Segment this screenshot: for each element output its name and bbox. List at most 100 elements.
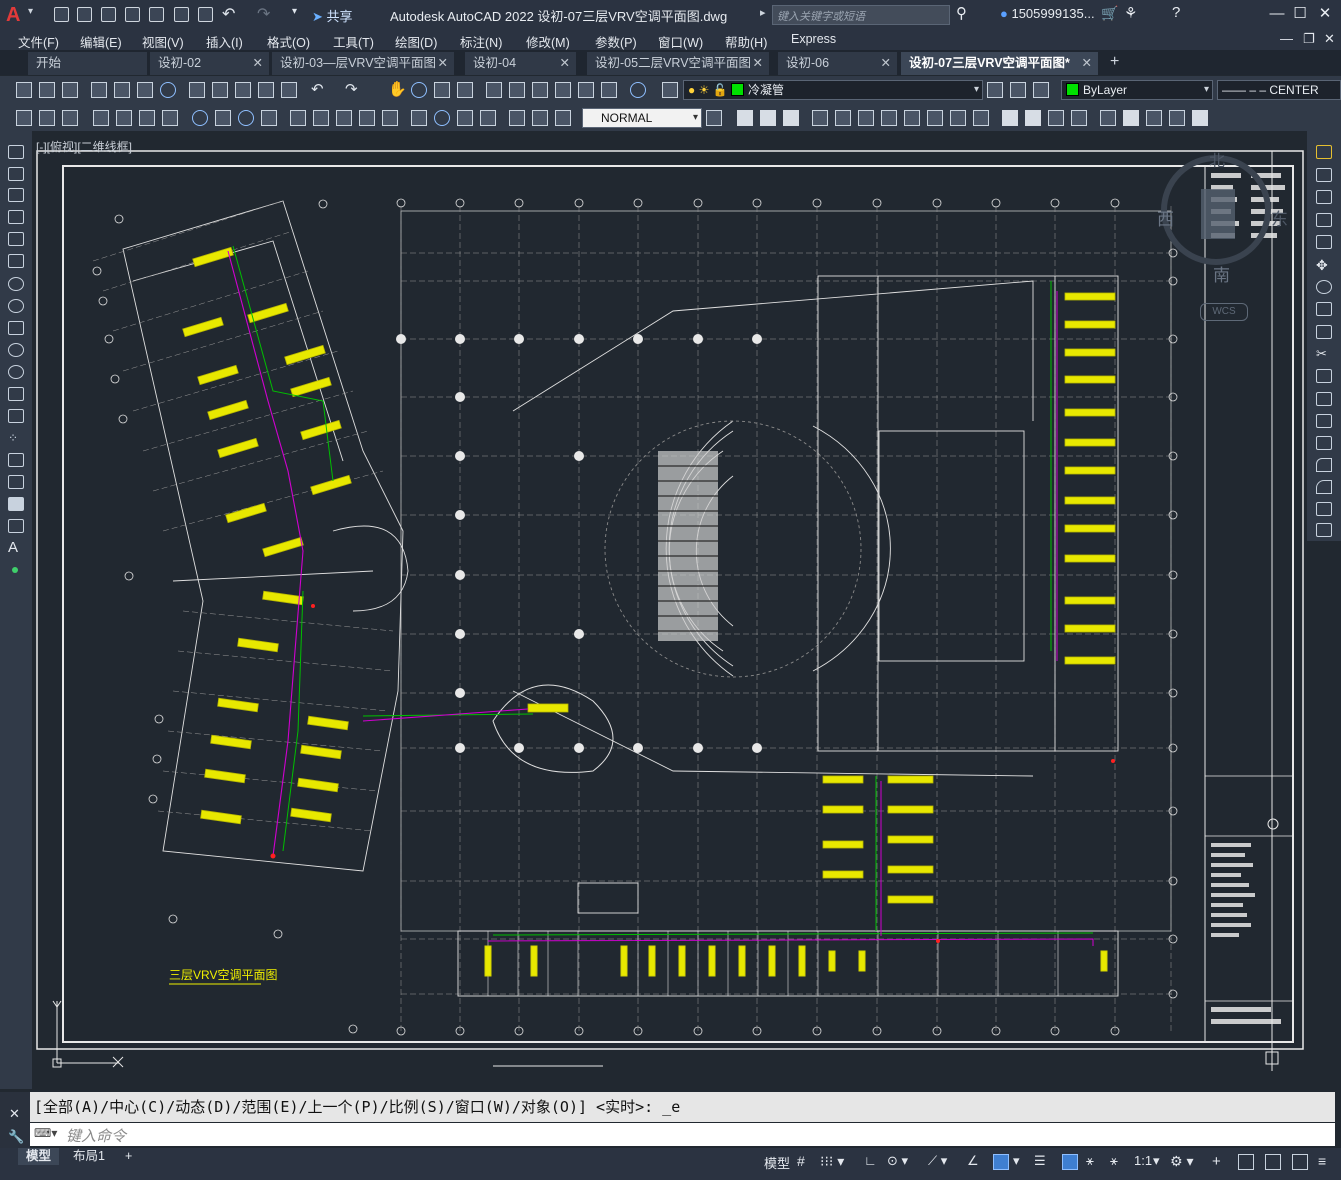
color-faces-icon[interactable]: [973, 110, 989, 126]
gear-icon[interactable]: ⚙ ▾: [1170, 1153, 1193, 1170]
undo-icon[interactable]: ↶: [311, 80, 324, 98]
publish-icon[interactable]: [137, 82, 153, 98]
line-icon[interactable]: [8, 145, 24, 159]
text-style-dropdown[interactable]: NORMAL ▾: [582, 108, 702, 128]
annotation-scale-value[interactable]: 1:1: [1134, 1153, 1152, 1168]
explode-icon[interactable]: [1316, 523, 1332, 537]
point-icon[interactable]: ⁘: [8, 431, 24, 445]
imprint-icon[interactable]: [1002, 110, 1018, 126]
dim-arc-icon[interactable]: [62, 110, 78, 126]
flatshot-icon[interactable]: [1192, 110, 1208, 126]
match-properties-icon[interactable]: [258, 82, 274, 98]
customization-menu-icon[interactable]: ≡: [1318, 1153, 1326, 1169]
join-icon[interactable]: [1316, 436, 1332, 450]
union-icon[interactable]: [737, 110, 753, 126]
viewcube-south[interactable]: 南: [1213, 261, 1230, 286]
menu-dimension[interactable]: 标注(N): [460, 32, 502, 51]
linetype-dropdown[interactable]: —— – – CENTER: [1217, 80, 1341, 100]
chamfer-icon[interactable]: [1316, 458, 1332, 472]
menu-file[interactable]: 文件(F): [18, 32, 59, 51]
add-layout-button[interactable]: +: [117, 1148, 140, 1165]
search-input[interactable]: 键入关键字或短语: [772, 5, 950, 25]
close-tab-icon[interactable]: ✕: [253, 52, 263, 74]
autodesk-app-icon[interactable]: ⚘: [1124, 4, 1137, 22]
stretch-icon[interactable]: [1316, 325, 1332, 339]
menu-format[interactable]: 格式(O): [267, 32, 310, 51]
cart-icon[interactable]: 🛒: [1101, 5, 1118, 22]
intersect-icon[interactable]: [783, 110, 799, 126]
tab-layout1[interactable]: 布局1: [65, 1148, 113, 1165]
customize-icon[interactable]: 🔧: [8, 1129, 24, 1145]
hatch-icon[interactable]: [8, 453, 24, 467]
save-web-icon[interactable]: [174, 7, 189, 22]
isodraft-icon[interactable]: ⟋ ▾: [928, 1153, 947, 1169]
tolerance-icon[interactable]: [359, 110, 375, 126]
user-account-button[interactable]: ● 1505999135...: [1000, 6, 1095, 21]
app-menu-button[interactable]: A: [6, 4, 26, 26]
save-icon[interactable]: [101, 7, 116, 22]
auto-scale-icon[interactable]: ⚹: [1086, 1153, 1094, 1169]
dim-angular-icon[interactable]: [192, 110, 208, 126]
polyline-icon[interactable]: [8, 188, 24, 202]
qnew-icon[interactable]: [16, 82, 32, 98]
ucs-menu-button[interactable]: WCS: [1200, 303, 1248, 321]
scale-menu-icon[interactable]: ▾: [1153, 1153, 1160, 1169]
undo-icon[interactable]: ↶: [222, 4, 235, 24]
zoom-previous-icon[interactable]: [457, 82, 473, 98]
dim-text-edit-icon[interactable]: [480, 110, 496, 126]
dim-space-icon[interactable]: [313, 110, 329, 126]
menu-parametric[interactable]: 参数(P): [595, 32, 637, 51]
redo-icon[interactable]: ↷: [345, 80, 358, 98]
extend-icon[interactable]: [1316, 369, 1332, 383]
expand-search-icon[interactable]: ▸: [760, 6, 766, 19]
minimize-button[interactable]: —: [1266, 3, 1288, 25]
rotate-icon[interactable]: [1316, 280, 1332, 294]
separate-icon[interactable]: [1048, 110, 1064, 126]
menu-insert[interactable]: 插入(I): [206, 32, 243, 51]
doc-close-button[interactable]: ✕: [1324, 31, 1335, 47]
viewport-controls[interactable]: [-][俯视][二维线框]: [36, 138, 132, 155]
break-at-point-icon[interactable]: [1316, 392, 1332, 406]
close-tab-icon[interactable]: ✕: [1082, 52, 1092, 74]
fillet-icon[interactable]: [1316, 480, 1332, 494]
drawing-viewport[interactable]: 三层VRV空调平面图 北 南 西 东 WCS: [33, 131, 1305, 1089]
dim-break-icon[interactable]: [336, 110, 352, 126]
dim-style-icon[interactable]: [532, 110, 548, 126]
close-command-line-icon[interactable]: ✕: [9, 1106, 20, 1122]
rotate-faces-icon[interactable]: [904, 110, 920, 126]
dim-diameter-icon[interactable]: [162, 110, 178, 126]
menu-help[interactable]: 帮助(H): [725, 32, 767, 51]
close-tab-icon[interactable]: ✕: [753, 52, 763, 74]
subtract-icon[interactable]: [760, 110, 776, 126]
clean-screen-icon[interactable]: [1292, 1154, 1308, 1170]
command-line-handle[interactable]: ✕ 🔧: [0, 1092, 30, 1148]
plot-icon[interactable]: [198, 7, 213, 22]
check-icon[interactable]: [1100, 110, 1116, 126]
make-current-layer-icon[interactable]: [987, 82, 1003, 98]
menu-express[interactable]: Express: [791, 32, 836, 46]
model-space-button[interactable]: 模型: [764, 1153, 790, 1172]
insert-block-icon[interactable]: [8, 387, 24, 401]
doc-restore-button[interactable]: ❐: [1303, 31, 1315, 47]
plot-icon[interactable]: [91, 82, 107, 98]
offset-faces-icon[interactable]: [858, 110, 874, 126]
ortho-icon[interactable]: ∟: [864, 1153, 877, 1168]
shell-icon[interactable]: [1071, 110, 1087, 126]
table-icon[interactable]: [8, 519, 24, 533]
dim-override-icon[interactable]: [555, 110, 571, 126]
inspection-icon[interactable]: [411, 110, 427, 126]
gradient-icon[interactable]: [8, 475, 24, 489]
polar-tracking-icon[interactable]: ⊙ ▾: [887, 1153, 908, 1169]
rectangle-icon[interactable]: [8, 232, 24, 246]
ellipse-icon[interactable]: [8, 343, 24, 357]
redo-icon[interactable]: ↷: [257, 4, 270, 24]
viewcube-east[interactable]: 东: [1271, 205, 1288, 230]
viewcube-west[interactable]: 西: [1157, 205, 1174, 230]
web-publish-icon[interactable]: [160, 82, 176, 98]
clean-icon[interactable]: [1025, 110, 1041, 126]
quick-dim-icon[interactable]: [215, 110, 231, 126]
block-editor-icon[interactable]: [281, 82, 297, 98]
design-center-icon[interactable]: [509, 82, 525, 98]
tab-design-05[interactable]: 设初-05二层VRV空调平面图 ✕: [587, 52, 770, 75]
help-icon[interactable]: ?: [1172, 4, 1180, 21]
